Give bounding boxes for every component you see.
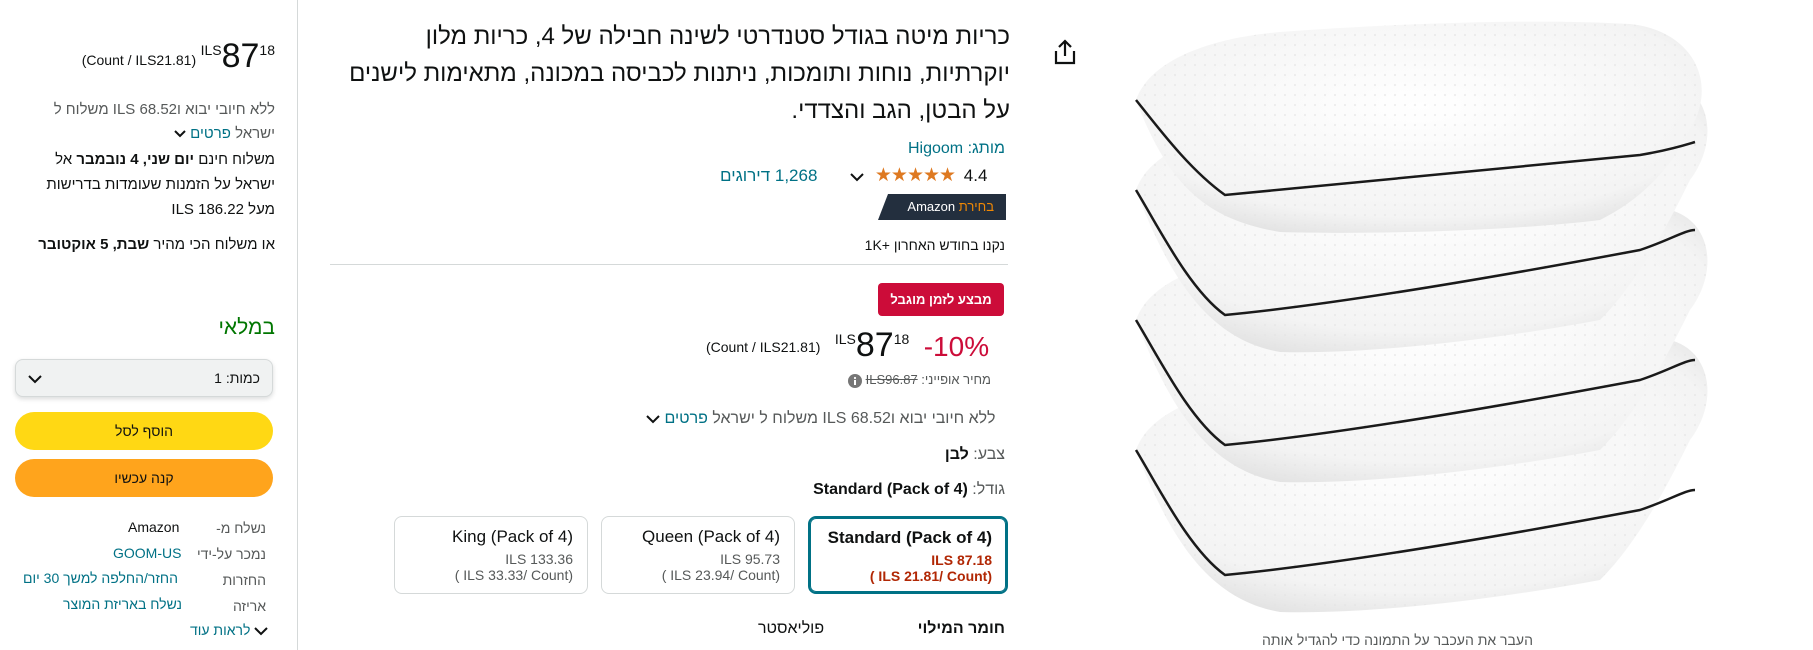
chevron-down-icon[interactable] [850,172,864,182]
buy-box: (Count / ILS21.81) ILS8718 ללא חיובי יבו… [0,0,298,650]
color-value: לבן [944,446,969,463]
brand-link[interactable]: Higoom [908,140,963,157]
size-row: גודל: Standard (Pack of 4) [813,481,1005,499]
add-to-cart-button[interactable]: הוסף לסל [15,412,273,450]
quantity-value: 1 [214,370,222,386]
packaging-link[interactable]: נשלח באריזת המוצר [63,596,182,612]
bought-past-month: 1K+ נקנו בחודש האחרון [864,237,1005,253]
size-option-queen[interactable]: Queen (Pack of 4) ILS 95.73 ( ILS 23.94/… [601,516,795,594]
size-option-price: ILS 87.18 [931,552,992,568]
fastest-delivery-message: או משלוח הכי מהיר שבת, 5 אוקטובר [38,236,275,253]
sold-by-label: נמכר על-ידי [196,546,266,562]
ships-from-value: Amazon [128,519,180,535]
chevron-down-icon [28,375,42,384]
quantity-label: כמות: [225,370,260,386]
fill-material-label: חומר המילוי [917,620,1005,637]
fill-material-value: פוליאסטר [758,620,825,637]
brand-line: מותג: Higoom [908,140,1005,158]
rating-value: 4.4 [963,166,988,185]
color-row: צבע: לבן [945,446,1005,464]
product-image[interactable] [1130,20,1730,620]
size-option-standard[interactable]: Standard (Pack of 4) ILS 87.18 ( ILS 21.… [808,516,1008,594]
color-label: צבע: [973,446,1005,463]
price: ILS8718 [834,326,910,364]
share-button[interactable] [1052,38,1080,68]
discount-percent: -10% [923,331,990,362]
size-option-price: ILS 133.36 [505,551,573,567]
typical-price: מחיר אופייני: ILS96.87 [848,372,991,388]
info-icon[interactable] [848,373,862,388]
brand-label: מותג: [967,140,1005,157]
size-option-name: King (Pack of 4) [452,527,573,546]
typical-price-label: מחיר אופייני: [921,372,991,387]
size-option-name: Queen (Pack of 4) [642,527,780,546]
image-zoom-hint: העבר את העכבר על התמונה כדי להגדיל אותה [1262,632,1533,648]
stock-status: במלאי [218,316,275,339]
star-rating-icon[interactable]: ★★★★★ [875,165,956,186]
price-symbol: ILS [200,42,222,58]
buybox-details-link[interactable]: פרטים [190,125,231,142]
unit-price: (Count / ILS21.81) [706,339,821,355]
buybox-unit-price: (Count / ILS21.81) [81,52,197,68]
size-option-unit-price: ( ILS 23.94/ Count) [661,567,780,583]
buy-now-button[interactable]: קנה עכשיו [15,459,273,497]
amazon-choice-badge: בחירת Amazon [878,194,1006,220]
price-row: (Count / ILS21.81) ILS8718 -10% [706,325,989,365]
deal-badge: מבצע לזמן מוגבל [878,283,1004,316]
typical-price-value: ILS96.87 [865,372,918,387]
buybox-shipping-line: ללא חיובי יבוא ו‎ILS 68.52‎ משלוח ל [53,101,275,118]
shipping-details-link[interactable]: פרטים [664,410,707,427]
shipping-text: ללא חיובי יבוא ו‎ILS 68.52‎ משלוח ל ישרא… [712,410,996,427]
sold-by-link[interactable]: GOOM-US [113,545,181,561]
rating-row: 1,268 דירוגים ★★★★★ 4.4 [720,164,987,187]
share-icon [1054,39,1076,65]
buybox-shipping-line-2: ישראל פרטים [174,122,275,146]
chevron-down-icon[interactable] [646,414,660,424]
returns-label: החזרות [222,572,266,588]
size-option-price: ILS 95.73 [720,551,780,567]
size-option-king[interactable]: King (Pack of 4) ILS 133.36 ( ILS 33.33/… [394,516,588,594]
shipping-row: ללא חיובי יבוא ו‎ILS 68.52‎ משלוח ל ישרא… [646,410,995,428]
size-value: Standard (Pack of 4) [813,481,968,498]
chevron-down-icon[interactable] [174,129,186,139]
ships-from-label: נשלח מ- [216,520,266,536]
price-fraction: 18 [259,42,275,58]
divider [330,264,1008,265]
pillow-stack-image [1134,21,1708,613]
size-option-unit-price: ( ILS 33.33/ Count) [454,567,573,583]
size-option-unit-price: ( ILS 21.81/ Count) [869,568,992,584]
pillow-1 [1135,21,1702,233]
size-label: גודל: [972,481,1005,498]
quantity-select[interactable]: כמות: 1 [15,359,273,397]
chevron-down-icon [254,627,269,636]
buybox-price: (Count / ILS21.81) ILS8718 [78,36,275,76]
size-option-name: Standard (Pack of 4) [827,528,992,547]
returns-link[interactable]: החזר/החלפה למשך 30 יום [23,570,178,586]
packaging-label: אריזה [232,598,266,614]
ratings-count-link[interactable]: 1,268 דירוגים [720,166,817,185]
see-more-toggle[interactable]: לראות עוד [190,622,269,638]
price-whole: 87 [221,37,260,75]
free-delivery-message: משלוח חינם יום שני, 4 נובמבר אל ישראל על… [46,151,275,218]
product-title: כריות מיטה בגודל סטנדרטי לשינה חבילה של … [349,23,1010,124]
